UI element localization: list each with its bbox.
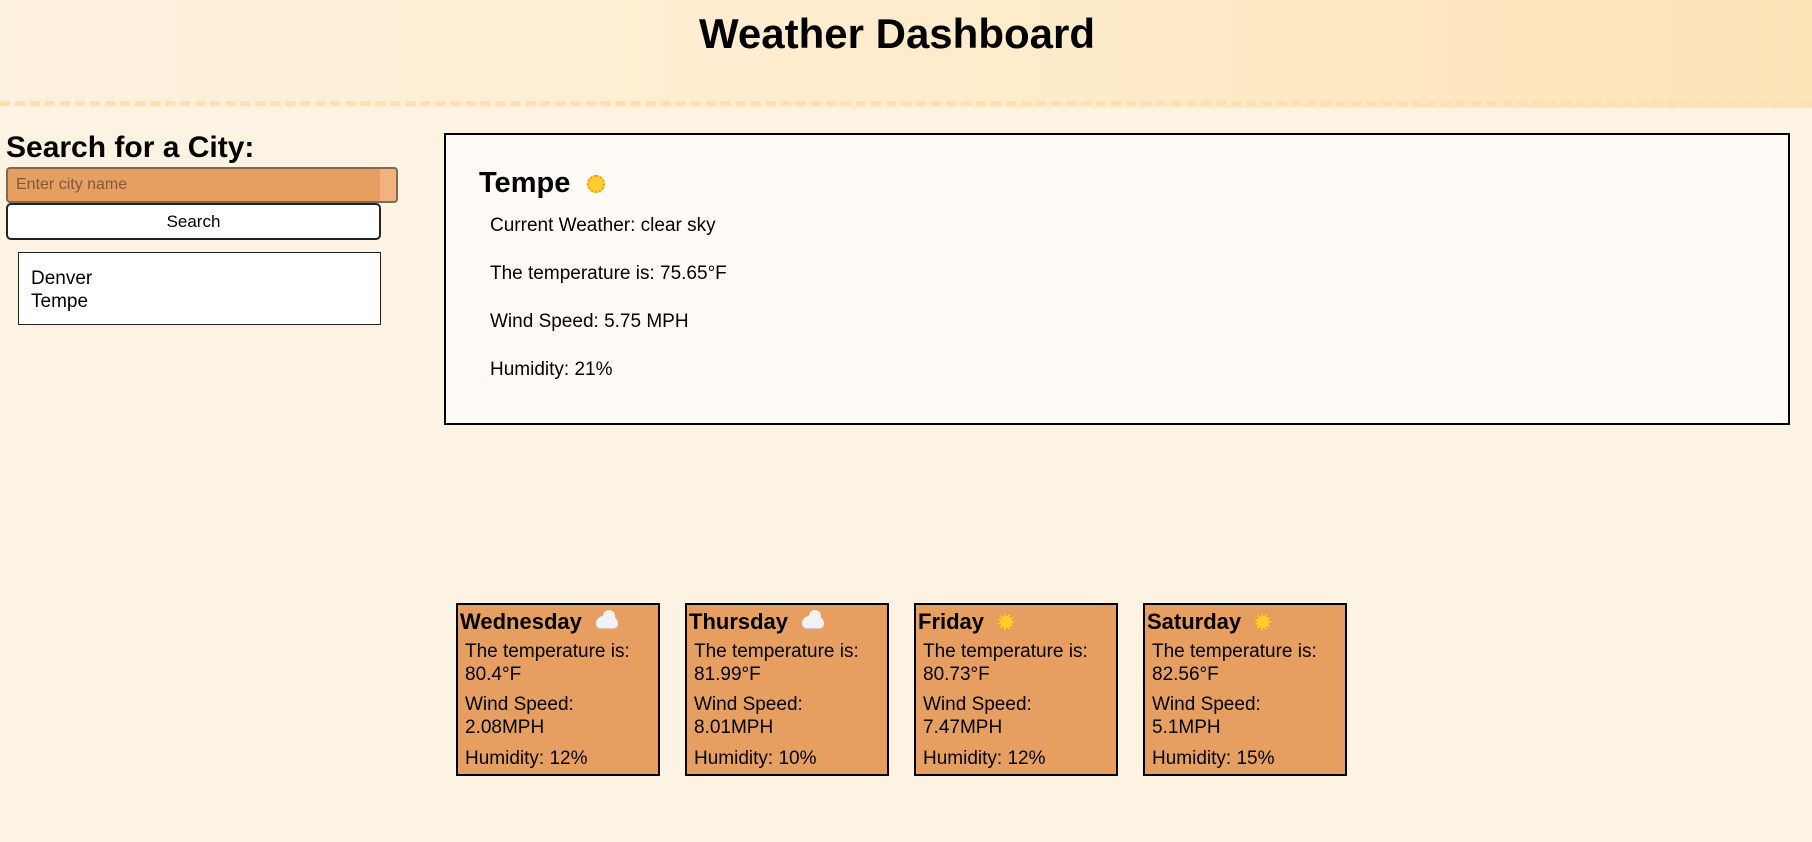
forecast-day-name: Wednesday <box>460 609 582 634</box>
page-title: Weather Dashboard <box>699 10 1095 57</box>
forecast-day-name: Friday <box>918 609 985 634</box>
forecast-day-title: Saturday <box>1147 609 1272 635</box>
history-item-denver[interactable]: Denver <box>31 267 368 290</box>
cloud-icon <box>595 610 618 628</box>
forecast-card-thursday: Thursday The temperature is: 81.99°F Win… <box>685 603 889 776</box>
cloud-icon <box>802 610 825 628</box>
history-item-tempe[interactable]: Tempe <box>31 290 368 313</box>
forecast-humidity: Humidity: 10% <box>694 748 817 769</box>
forecast-day-title: Thursday <box>689 609 825 635</box>
current-weather-description: Current Weather: clear sky <box>490 215 716 236</box>
forecast-temp-label: The temperature is: <box>694 641 859 662</box>
search-heading: Search for a City: <box>6 131 255 164</box>
current-city-heading: Tempe <box>479 167 606 200</box>
forecast-temp: 80.73°F <box>923 664 990 685</box>
search-history-list: Denver Tempe <box>18 252 381 325</box>
page-header: Weather Dashboard <box>0 0 1812 108</box>
forecast-temp: 82.56°F <box>1152 664 1219 685</box>
current-city-name: Tempe <box>479 167 571 199</box>
forecast-temp: 81.99°F <box>694 664 761 685</box>
forecast-day-title: Wednesday <box>460 609 618 635</box>
header-divider <box>0 101 1812 106</box>
current-weather-panel: Tempe Current Weather: clear sky The tem… <box>444 133 1790 425</box>
forecast-temp-label: The temperature is: <box>1152 641 1317 662</box>
forecast-humidity: Humidity: 15% <box>1152 748 1275 769</box>
forecast-humidity: Humidity: 12% <box>923 748 1046 769</box>
forecast-temp-label: The temperature is: <box>465 641 630 662</box>
forecast-wind-label: Wind Speed: <box>923 694 1032 715</box>
forecast-wind: 7.47MPH <box>923 717 1003 738</box>
current-temperature: The temperature is: 75.65°F <box>490 263 727 284</box>
sun-icon <box>998 614 1015 630</box>
forecast-day-name: Thursday <box>689 609 789 634</box>
forecast-wind: 2.08MPH <box>465 717 545 738</box>
forecast-wind-label: Wind Speed: <box>1152 694 1261 715</box>
forecast-wind: 5.1MPH <box>1152 717 1221 738</box>
current-wind-speed: Wind Speed: 5.75 MPH <box>490 311 689 332</box>
forecast-day-name: Saturday <box>1147 609 1242 634</box>
forecast-card-friday: Friday The temperature is: 80.73°F Wind … <box>914 603 1118 776</box>
forecast-wind-label: Wind Speed: <box>694 694 803 715</box>
current-humidity: Humidity: 21% <box>490 359 613 380</box>
sun-icon <box>587 174 606 193</box>
search-button[interactable]: Search <box>6 203 381 240</box>
forecast-wind-label: Wind Speed: <box>465 694 574 715</box>
forecast-humidity: Humidity: 12% <box>465 748 588 769</box>
forecast-temp: 80.4°F <box>465 664 522 685</box>
forecast-wind: 8.01MPH <box>694 717 774 738</box>
forecast-temp-label: The temperature is: <box>923 641 1088 662</box>
sun-icon <box>1255 614 1272 630</box>
forecast-day-title: Friday <box>918 609 1015 635</box>
forecast-card-saturday: Saturday The temperature is: 82.56°F Win… <box>1143 603 1347 776</box>
forecast-card-wednesday: Wednesday The temperature is: 80.4°F Win… <box>456 603 660 776</box>
city-search-input[interactable] <box>6 167 398 203</box>
